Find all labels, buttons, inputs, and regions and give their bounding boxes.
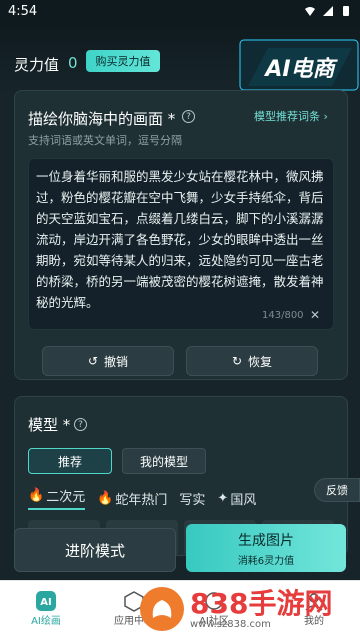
watermark-logo xyxy=(140,587,184,631)
prompt-title: 描绘你脑海中的画面 * xyxy=(28,108,175,129)
redo-icon: ↻ xyxy=(231,354,243,368)
model-title-text: 模型 xyxy=(28,416,59,434)
style-tab-realistic[interactable]: 写实 xyxy=(179,486,205,510)
svg-text:AI: AI xyxy=(40,597,51,608)
tab-my-models[interactable]: 我的模型 xyxy=(122,448,206,474)
fire-icon: 🔥 xyxy=(97,490,114,506)
watermark-title: 838手游网 xyxy=(190,586,333,620)
style-tab-guofeng[interactable]: ✦ 国风 xyxy=(217,486,256,510)
ling-value-label: 灵力值 xyxy=(14,56,60,74)
style-label: 写实 xyxy=(179,492,206,508)
ai-icon: AI xyxy=(35,590,57,612)
question-icon[interactable]: ? xyxy=(182,110,195,123)
chevron-right-icon: › xyxy=(323,110,328,123)
generate-label: 生成图片 xyxy=(238,532,294,549)
prompt-text[interactable]: 一位身着华丽和服的黑发少女站在樱花林中，微风拂过，粉色的樱花瓣在空中飞舞，少女手… xyxy=(36,166,328,313)
watermark-url: www.sz838.com xyxy=(190,618,271,630)
question-icon[interactable]: ? xyxy=(74,418,87,431)
char-count: 143/800 xyxy=(262,310,304,321)
watermark-text: 838手游网 www.sz838.com xyxy=(190,586,333,630)
status-time: 4:54 xyxy=(8,4,38,19)
nav-ai-painting[interactable]: AI AI绘画 xyxy=(16,590,76,627)
style-label: 蛇年热门 xyxy=(115,492,168,508)
advanced-mode-button[interactable]: 进阶模式 xyxy=(14,528,176,572)
recommend-words-link[interactable]: 模型推荐词条 › xyxy=(254,108,328,124)
model-title: 模型 * xyxy=(28,414,70,435)
signal-icon xyxy=(323,6,333,16)
battery-icon xyxy=(343,6,349,16)
generate-cost: 消耗6灵力值 xyxy=(237,555,295,567)
ling-value: 0 xyxy=(68,54,78,72)
required-star: * xyxy=(62,416,71,434)
status-icons xyxy=(304,5,352,17)
undo-label: 撤销 xyxy=(104,354,129,369)
undo-icon: ↺ xyxy=(87,354,99,368)
required-star: * xyxy=(167,110,176,128)
fire-icon: 🔥 xyxy=(28,488,45,503)
sparkle-icon: ✦ xyxy=(217,490,229,506)
undo-button[interactable]: ↺ 撤销 xyxy=(42,346,174,376)
redo-button[interactable]: ↻ 恢复 xyxy=(186,346,318,376)
buy-ling-button[interactable]: 购买灵力值 xyxy=(86,50,160,72)
nav-label: AI绘画 xyxy=(31,616,61,627)
style-tabs: 🔥 二次元 🔥 蛇年热门 写实 ✦ 国风 xyxy=(28,486,256,510)
style-tab-snake-year[interactable]: 🔥 蛇年热门 xyxy=(97,486,167,510)
style-tab-anime[interactable]: 🔥 二次元 xyxy=(28,486,86,510)
generate-image-button[interactable]: 生成图片 消耗6灵力值 xyxy=(186,524,346,572)
site-watermark: 838手游网 www.sz838.com xyxy=(140,578,360,640)
tab-recommended[interactable]: 推荐 xyxy=(28,448,112,474)
wifi-icon xyxy=(305,7,315,16)
recommend-words-label: 模型推荐词条 xyxy=(254,110,320,123)
prompt-hint: 支持词语或英文单词，逗号分隔 xyxy=(28,134,182,147)
style-label: 国风 xyxy=(230,492,257,508)
close-icon[interactable]: ✕ xyxy=(310,308,320,322)
redo-label: 恢复 xyxy=(248,354,273,369)
style-label: 二次元 xyxy=(46,490,86,505)
logo-text: AI电商 xyxy=(263,56,338,82)
feedback-button[interactable]: 反馈 xyxy=(314,478,360,502)
prompt-title-text: 描绘你脑海中的画面 xyxy=(28,110,164,128)
